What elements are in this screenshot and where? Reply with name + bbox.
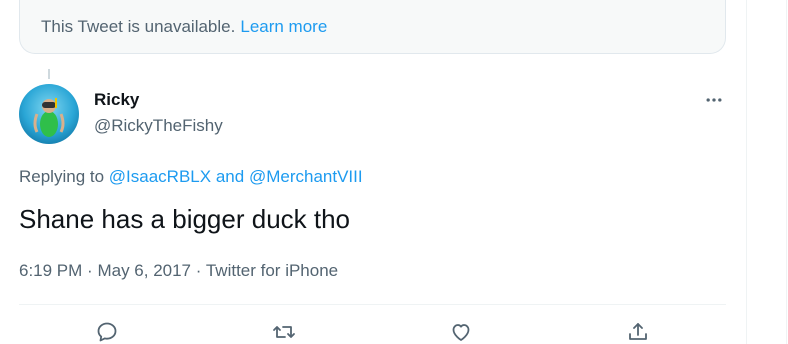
more-horizontal-icon: [706, 98, 722, 102]
author-handle[interactable]: @RickyTheFishy: [94, 116, 223, 136]
retweet-icon: [273, 326, 295, 338]
retweet-button[interactable]: [270, 318, 298, 344]
tweet-source[interactable]: Twitter for iPhone: [206, 261, 338, 280]
replying-to: Replying to @IsaacRBLX and @MerchantVIII: [19, 167, 363, 187]
unavailable-tweet-notice: This Tweet is unavailable. Learn more: [19, 0, 726, 54]
avatar[interactable]: [19, 84, 79, 144]
column-border: [746, 0, 747, 344]
divider: [19, 304, 726, 305]
reply-button[interactable]: [93, 318, 121, 344]
heart-icon: [452, 324, 470, 341]
tweet-date[interactable]: May 6, 2017: [97, 261, 191, 280]
share-button[interactable]: [624, 318, 652, 344]
sidebar-border: [786, 0, 787, 344]
meta-separator: ·: [87, 261, 93, 280]
thread-connector-line: [48, 69, 50, 79]
like-button[interactable]: [447, 318, 475, 344]
mention-link[interactable]: @IsaacRBLX: [109, 167, 211, 186]
replying-to-prefix: Replying to: [19, 167, 105, 186]
tweet-time[interactable]: 6:19 PM: [19, 261, 82, 280]
mention-conjunction: and: [215, 167, 245, 186]
reply-icon: [97, 322, 117, 342]
author-display-name[interactable]: Ricky: [94, 90, 139, 110]
learn-more-link[interactable]: Learn more: [240, 17, 327, 37]
tweet-metadata: 6:19 PM · May 6, 2017 · Twitter for iPho…: [19, 261, 338, 281]
tweet-column: This Tweet is unavailable. Learn more Ri…: [0, 0, 746, 344]
mention-link[interactable]: @MerchantVIII: [249, 167, 363, 186]
meta-separator: ·: [195, 261, 202, 280]
unavailable-message: This Tweet is unavailable.: [41, 16, 236, 36]
share-icon: [629, 323, 647, 340]
more-options-button[interactable]: [700, 88, 728, 112]
avatar-image: [19, 84, 79, 144]
tweet-text: Shane has a bigger duck tho: [19, 204, 351, 234]
